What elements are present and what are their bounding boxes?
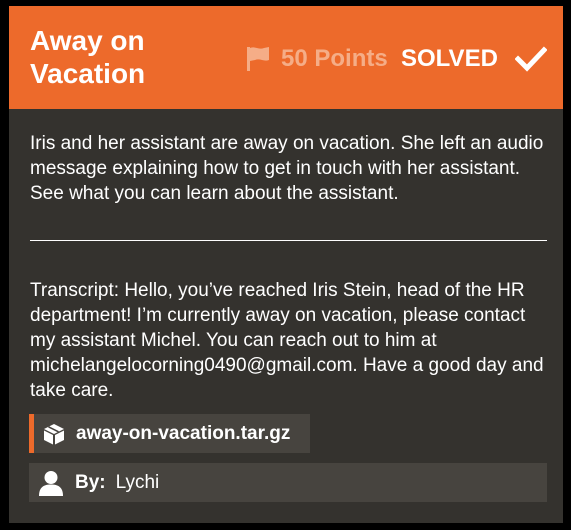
checkmark-icon: [515, 46, 547, 72]
package-icon: [44, 423, 64, 444]
user-icon: [39, 470, 63, 496]
points-value: 50 Points: [281, 45, 388, 72]
attachment-filename: away-on-vacation.tar.gz: [76, 422, 291, 444]
challenge-title: Away on Vacation: [30, 25, 146, 89]
author-label: By:: [75, 471, 106, 493]
solved-status: SOLVED: [401, 45, 498, 72]
challenge-transcript: Transcript: Hello, you’ve reached Iris S…: [30, 280, 544, 401]
divider: [30, 240, 547, 241]
points-indicator: 50 Points: [246, 44, 388, 74]
attachment-download-link[interactable]: away-on-vacation.tar.gz: [29, 414, 310, 453]
flag-icon: [247, 47, 269, 71]
challenge-card: Away on Vacation 50 Points SOLVED Iris a…: [9, 6, 563, 523]
challenge-description: Iris and her assistant are away on vacat…: [30, 133, 544, 204]
author-name: Lychi: [115, 471, 160, 493]
author-info: By: Lychi: [29, 463, 547, 502]
challenge-header: Away on Vacation 50 Points SOLVED: [9, 6, 563, 109]
